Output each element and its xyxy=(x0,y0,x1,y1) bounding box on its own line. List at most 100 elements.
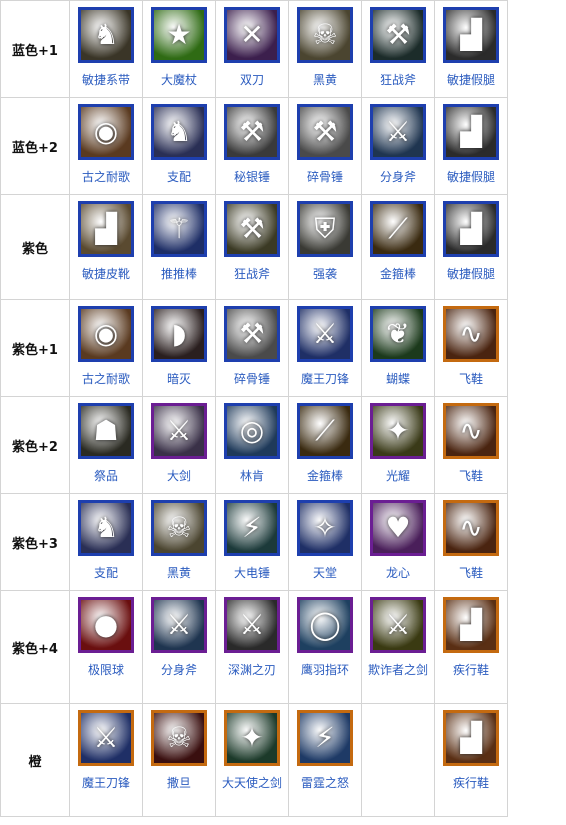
item-name[interactable]: 支配 xyxy=(71,566,141,581)
item-cell[interactable]: ♞ 敏捷系带 xyxy=(69,0,143,98)
item-name[interactable]: 敏捷皮靴 xyxy=(71,267,141,282)
item-name[interactable]: 分身斧 xyxy=(363,170,433,185)
item-cell[interactable]: ⟋ 金箍棒 xyxy=(288,396,362,494)
item-name[interactable]: 碎骨锤 xyxy=(290,170,360,185)
item-cell[interactable]: ∿ 飞鞋 xyxy=(434,396,508,494)
item-name[interactable]: 秘银锤 xyxy=(217,170,287,185)
helmet-icon[interactable]: ♞ xyxy=(78,500,134,556)
axe-icon[interactable]: ⚒ xyxy=(370,7,426,63)
hammer-icon[interactable]: ⚒ xyxy=(224,104,280,160)
axe-icon[interactable]: ⚔ xyxy=(370,104,426,160)
item-name[interactable]: 疾行鞋 xyxy=(436,663,506,678)
item-cell[interactable]: ▟ 敏捷假腿 xyxy=(434,0,508,98)
item-cell[interactable]: ∿ 飞鞋 xyxy=(434,299,508,397)
item-cell[interactable]: ⚔ 魔王刀锋 xyxy=(288,299,362,397)
item-name[interactable]: 飞鞋 xyxy=(436,372,506,387)
abyssal-blade-icon[interactable]: ⚔ xyxy=(224,597,280,653)
travel-boot-icon[interactable]: ▟ xyxy=(443,597,499,653)
item-cell[interactable]: ✧ 天堂 xyxy=(288,493,362,591)
boot-icon[interactable]: ▟ xyxy=(443,201,499,257)
item-cell[interactable]: ◗ 暗灭 xyxy=(142,299,216,397)
hammer-icon[interactable]: ⚒ xyxy=(224,306,280,362)
item-name[interactable]: 支配 xyxy=(144,170,214,185)
item-name[interactable]: 金箍棒 xyxy=(290,469,360,484)
item-cell[interactable]: ▟ 敏捷假腿 xyxy=(434,97,508,195)
item-cell[interactable]: ☠ 黑黄 xyxy=(142,493,216,591)
item-name[interactable]: 金箍棒 xyxy=(363,267,433,282)
armor-icon[interactable]: ⛨ xyxy=(297,201,353,257)
item-name[interactable]: 黑黄 xyxy=(144,566,214,581)
rod-icon[interactable]: ⟋ xyxy=(297,403,353,459)
item-cell[interactable]: ⚔ 分身斧 xyxy=(361,97,435,195)
blade-icon[interactable]: ◗ xyxy=(151,306,207,362)
item-name[interactable]: 蝴蝶 xyxy=(363,372,433,387)
item-cell[interactable]: ⚡ 大电锤 xyxy=(215,493,289,591)
item-cell[interactable]: ● 极限球 xyxy=(69,590,143,704)
helmet-icon[interactable]: ♞ xyxy=(151,104,207,160)
hammer-icon[interactable]: ⚒ xyxy=(297,104,353,160)
item-cell[interactable]: ⛨ 强袭 xyxy=(288,194,362,300)
item-cell[interactable]: ◎ 林肯 xyxy=(215,396,289,494)
item-name[interactable]: 古之耐歌 xyxy=(71,372,141,387)
item-cell[interactable]: ⚒ 秘银锤 xyxy=(215,97,289,195)
item-cell[interactable]: ⚡ 雷霆之怒 xyxy=(288,703,362,817)
item-name[interactable]: 祭品 xyxy=(71,469,141,484)
heart-icon[interactable]: ♥ xyxy=(370,500,426,556)
item-cell[interactable]: ⚒ 碎骨锤 xyxy=(288,97,362,195)
item-cell[interactable]: ⚔ 大剑 xyxy=(142,396,216,494)
item-name[interactable]: 强袭 xyxy=(290,267,360,282)
item-name[interactable]: 龙心 xyxy=(363,566,433,581)
item-name[interactable]: 敏捷假腿 xyxy=(436,267,506,282)
item-cell[interactable]: ⚚ 推推棒 xyxy=(142,194,216,300)
item-name[interactable]: 碎骨锤 xyxy=(217,372,287,387)
item-name[interactable]: 飞鞋 xyxy=(436,566,506,581)
item-name[interactable]: 暗灭 xyxy=(144,372,214,387)
thunder-icon[interactable]: ⚡ xyxy=(297,710,353,766)
satanic-icon[interactable]: ☠ xyxy=(151,710,207,766)
orb-icon[interactable]: ◎ xyxy=(224,403,280,459)
item-cell[interactable]: ★ 大魔杖 xyxy=(142,0,216,98)
red-orb-icon[interactable]: ● xyxy=(78,597,134,653)
trickster-sword-icon[interactable]: ⚔ xyxy=(370,597,426,653)
item-name[interactable]: 狂战斧 xyxy=(217,267,287,282)
rod-icon[interactable]: ⟋ xyxy=(370,201,426,257)
item-cell[interactable]: ❦ 蝴蝶 xyxy=(361,299,435,397)
boot-icon[interactable]: ▟ xyxy=(443,104,499,160)
item-cell[interactable]: ⚔ 魔王刀锋 xyxy=(69,703,143,817)
item-name[interactable]: 飞鞋 xyxy=(436,469,506,484)
item-name[interactable]: 疾行鞋 xyxy=(436,776,506,791)
item-name[interactable]: 欺诈者之剑 xyxy=(363,663,433,678)
drum-icon[interactable]: ◉ xyxy=(78,306,134,362)
item-name[interactable]: 分身斧 xyxy=(144,663,214,678)
archangel-sword-icon[interactable]: ✦ xyxy=(224,710,280,766)
item-cell[interactable]: ▟ 敏捷皮靴 xyxy=(69,194,143,300)
axe-icon[interactable]: ⚔ xyxy=(151,597,207,653)
item-name[interactable]: 魔王刀锋 xyxy=(71,776,141,791)
item-name[interactable]: 古之耐歌 xyxy=(71,170,141,185)
ring-icon[interactable]: ◯ xyxy=(297,597,353,653)
winged-boot-icon[interactable]: ∿ xyxy=(443,403,499,459)
sword-icon[interactable]: ✦ xyxy=(370,403,426,459)
item-name[interactable]: 敏捷假腿 xyxy=(436,73,506,88)
item-name[interactable]: 大剑 xyxy=(144,469,214,484)
item-cell[interactable]: ∿ 飞鞋 xyxy=(434,493,508,591)
item-cell[interactable]: ✕ 双刀 xyxy=(215,0,289,98)
item-cell[interactable]: ◉ 古之耐歌 xyxy=(69,97,143,195)
butterfly-icon[interactable]: ❦ xyxy=(370,306,426,362)
boot-icon[interactable]: ▟ xyxy=(78,201,134,257)
item-cell[interactable]: ⚒ 狂战斧 xyxy=(215,194,289,300)
item-cell[interactable]: ☗ 祭品 xyxy=(69,396,143,494)
skull-staff-icon[interactable]: ☠ xyxy=(297,7,353,63)
item-name[interactable]: 敏捷假腿 xyxy=(436,170,506,185)
item-cell[interactable]: ☠ 黑黄 xyxy=(288,0,362,98)
item-name[interactable]: 极限球 xyxy=(71,663,141,678)
hood-icon[interactable]: ☗ xyxy=(78,403,134,459)
item-cell[interactable]: ⚒ 狂战斧 xyxy=(361,0,435,98)
item-cell[interactable]: ☠ 撒旦 xyxy=(142,703,216,817)
greatsword-icon[interactable]: ⚔ xyxy=(151,403,207,459)
winged-boot-icon[interactable]: ∿ xyxy=(443,500,499,556)
item-name[interactable]: 光耀 xyxy=(363,469,433,484)
item-name[interactable]: 双刀 xyxy=(217,73,287,88)
item-name[interactable]: 黑黄 xyxy=(290,73,360,88)
item-name[interactable]: 魔王刀锋 xyxy=(290,372,360,387)
